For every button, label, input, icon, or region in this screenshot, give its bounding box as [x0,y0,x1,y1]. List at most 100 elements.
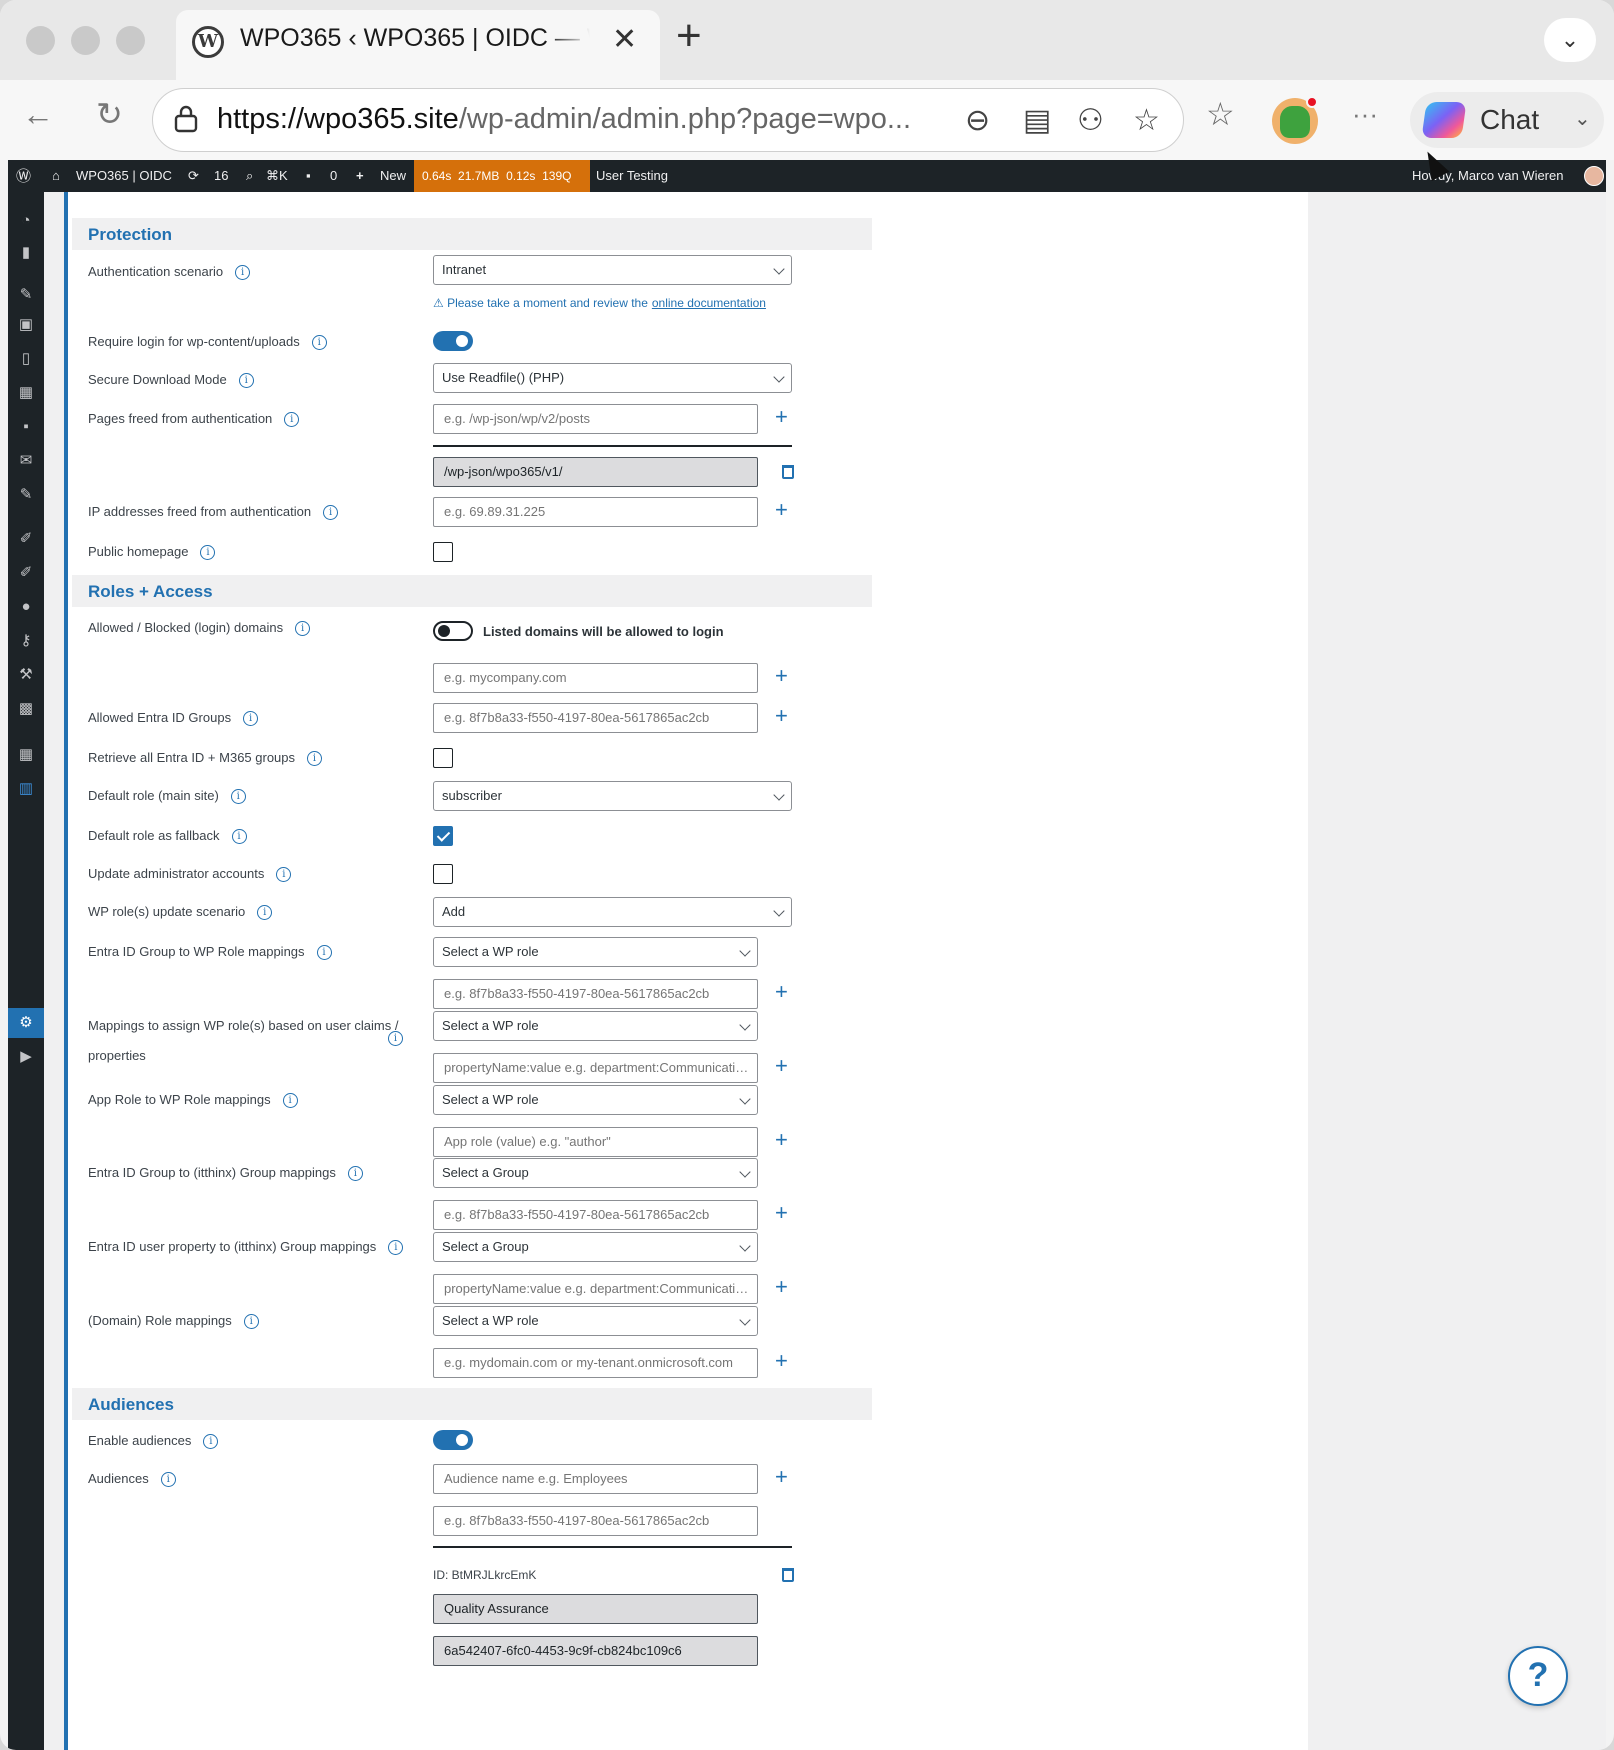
group-role-select[interactable]: Select a WP role [433,937,758,967]
wordpress-logo-icon[interactable]: Ⓦ [16,160,31,192]
tab-list-dropdown-icon[interactable]: ⌄ [1544,18,1596,62]
media-icon[interactable]: ▣ [8,314,44,336]
require-login-toggle[interactable] [433,331,473,351]
add-icon[interactable]: + [775,406,788,428]
audience-item-guid[interactable]: 6a542407-6fc0-4453-9c9f-cb824bc109c6 [433,1636,758,1666]
adminbar-site-name[interactable]: WPO365 | OIDC [76,160,172,192]
audience-guid-input[interactable]: e.g. 8f7b8a33-f550-4197-80ea-5617865ac2c… [433,1506,758,1536]
info-icon[interactable]: i [230,789,246,804]
app-role-select[interactable]: Select a WP role [433,1085,758,1115]
default-role-select[interactable]: subscriber [433,781,792,811]
domain-role-input[interactable]: e.g. mydomain.com or my-tenant.onmicroso… [433,1348,758,1378]
info-icon[interactable]: i [388,1031,403,1046]
online-documentation-link[interactable]: online documentation [652,296,766,310]
info-icon[interactable]: i [231,829,247,844]
window-close-button[interactable] [26,26,55,55]
info-icon[interactable]: i [257,905,273,920]
back-icon[interactable]: ← [22,94,54,134]
secure-download-select[interactable]: Use Readfile() (PHP) [433,363,792,393]
add-icon[interactable]: + [775,705,788,727]
browser-tab[interactable]: W WPO365 ‹ WPO365 | OIDC — WordPress ✕ [176,10,660,80]
reader-view-icon[interactable]: ▤ [1023,103,1051,138]
settings-grid-icon[interactable]: ▩ [8,698,44,720]
address-bar[interactable]: https://wpo365.site/wp-admin/admin.php?p… [152,88,1184,152]
adminbar-home-icon[interactable]: ⌂ [52,160,60,192]
add-new-icon[interactable]: + [356,160,364,192]
info-icon[interactable]: i [295,621,311,636]
comments-count[interactable]: 0 [330,160,337,192]
info-icon[interactable]: i [347,1166,363,1181]
info-icon[interactable]: i [323,505,339,520]
adminbar-avatar[interactable] [1584,166,1604,186]
group-role-guid-input[interactable]: e.g. 8f7b8a33-f550-4197-80ea-5617865ac2c… [433,979,758,1009]
refresh-icon[interactable]: ↻ [96,94,123,134]
audience-name-input[interactable]: Audience name e.g. Employees [433,1464,758,1494]
enable-audiences-toggle[interactable] [433,1430,473,1450]
public-homepage-checkbox[interactable] [433,542,453,562]
itthinx-group-guid-input[interactable]: e.g. 8f7b8a33-f550-4197-80ea-5617865ac2c… [433,1200,758,1230]
comments-icon[interactable]: ▪ [306,160,311,192]
domains-allow-block-toggle[interactable] [433,621,473,641]
copilot-chat-button[interactable]: Chat ⌄ [1410,92,1604,148]
add-icon[interactable]: + [775,665,788,687]
info-icon[interactable]: i [160,1472,176,1487]
users-icon[interactable]: ● [8,596,44,618]
dashboard-icon[interactable]: ◔ [8,210,44,232]
add-icon[interactable]: + [775,1129,788,1151]
updates-count[interactable]: 16 [214,160,228,192]
profile-switch-icon[interactable]: ⚇ [1077,103,1104,138]
blocks-icon[interactable]: ▦ [8,382,44,404]
fallback-checkbox[interactable] [433,826,453,846]
favorites-icon[interactable]: ☆ [1206,94,1235,134]
info-icon[interactable]: i [203,1434,219,1449]
add-icon[interactable]: + [775,1466,788,1488]
update-admin-checkbox[interactable] [433,864,453,884]
info-icon[interactable]: i [284,412,300,427]
window-minimize-button[interactable] [71,26,100,55]
qr-icon[interactable]: ▦ [8,744,44,766]
info-icon[interactable]: i [388,1240,404,1255]
info-icon[interactable]: i [200,545,216,560]
adminbar-user-testing[interactable]: User Testing [596,160,668,192]
add-icon[interactable]: + [775,1350,788,1372]
domain-role-select[interactable]: Select a WP role [433,1306,758,1336]
info-icon[interactable]: i [282,1093,298,1108]
query-monitor-stats[interactable]: 0.64s 21.7MB 0.12s 139Q [414,160,590,192]
tools-icon[interactable]: ⚒ [8,664,44,686]
search-icon[interactable]: ⌕ [246,160,253,192]
zoom-out-icon[interactable]: ⊖ [965,103,990,138]
info-icon[interactable]: i [238,373,254,388]
comments-menu-icon[interactable]: ▪ [8,416,44,438]
claims-role-select[interactable]: Select a WP role [433,1011,758,1041]
app-role-input[interactable]: App role (value) e.g. "author" [433,1127,758,1157]
pin-icon[interactable]: ✎ [8,484,44,506]
posts-pin-icon[interactable]: ✎ [8,284,44,306]
itthinx-property-group-select[interactable]: Select a Group [433,1232,758,1262]
updates-icon[interactable]: ⟳ [188,160,199,192]
add-icon[interactable]: + [775,499,788,521]
retrieve-groups-checkbox[interactable] [433,748,453,768]
itthinx-group-select[interactable]: Select a Group [433,1158,758,1188]
claims-property-input[interactable]: propertyName:value e.g. department:Commu… [433,1053,758,1083]
pages-freed-input[interactable]: e.g. /wp-json/wp/v2/posts [433,404,758,434]
play-icon[interactable]: ▶ [8,1046,44,1068]
info-icon[interactable]: i [316,945,332,960]
help-button[interactable]: ? [1508,1646,1568,1706]
trash-icon[interactable] [782,1568,794,1582]
search-shortcut[interactable]: ⌘K [266,160,288,192]
trash-icon[interactable] [782,465,794,479]
info-icon[interactable]: i [243,1314,259,1329]
add-icon[interactable]: + [775,1055,788,1077]
add-icon[interactable]: + [775,1202,788,1224]
mail-icon[interactable]: ✉ [8,450,44,472]
ip-freed-input[interactable]: e.g. 69.89.31.225 [433,497,758,527]
stats-icon[interactable]: ▮ [8,242,44,264]
info-icon[interactable]: i [276,867,292,882]
pages-freed-item[interactable]: /wp-json/wpo365/v1/ [433,457,758,487]
favorite-star-icon[interactable]: ☆ [1133,103,1160,138]
info-icon[interactable]: i [307,751,323,766]
more-options-icon[interactable]: ··· [1352,94,1378,134]
auth-scenario-select[interactable]: Intranet [433,255,792,285]
audience-item-name[interactable]: Quality Assurance [433,1594,758,1624]
info-icon[interactable]: i [243,711,259,726]
